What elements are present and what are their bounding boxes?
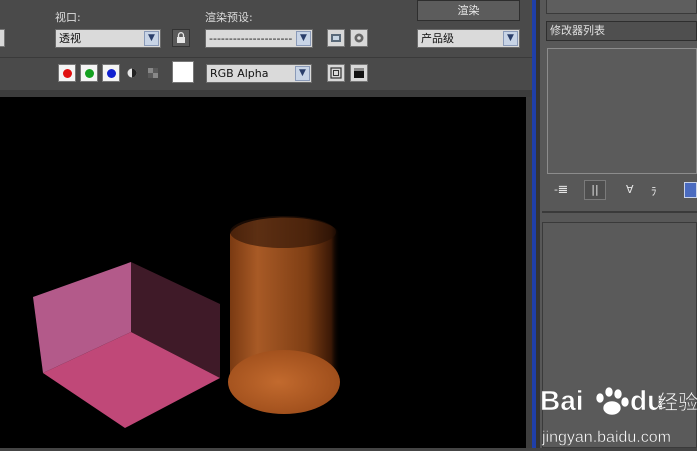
baidu-jingyan-logo: Bai du 经验 jingyan.baidu.com xyxy=(540,385,697,447)
render-setup-icon xyxy=(331,34,341,42)
display-mode-button[interactable] xyxy=(350,64,368,82)
render-preset-value: --------------------- xyxy=(209,32,293,45)
render-preset-dropdown[interactable]: --------------------- ▼ xyxy=(205,29,313,48)
channel-dropdown-value: RGB Alpha xyxy=(210,67,269,80)
left-edge-button[interactable] xyxy=(0,29,5,47)
alpha-icon xyxy=(127,68,137,78)
red-channel-button[interactable] xyxy=(58,64,76,82)
modifier-list-label: 修改器列表 xyxy=(550,24,605,37)
chevron-down-icon: ▼ xyxy=(296,31,311,46)
monochrome-button[interactable] xyxy=(148,68,158,78)
chevron-down-icon: ▼ xyxy=(295,66,310,81)
viewport-top-border xyxy=(0,90,532,97)
render-setup-button[interactable] xyxy=(327,29,345,47)
green-channel-button[interactable] xyxy=(80,64,98,82)
color-swatch[interactable] xyxy=(172,61,194,83)
remove-modifier-icon[interactable]: ﾗ xyxy=(651,183,657,199)
cylinder-cap xyxy=(228,350,340,414)
show-end-result-button[interactable]: || xyxy=(584,180,606,200)
cylinder-top xyxy=(230,216,336,248)
wm-url: jingyan.baidu.com xyxy=(541,429,671,446)
lock-button[interactable] xyxy=(172,29,190,47)
viewport-dropdown[interactable]: 透视 ▼ xyxy=(55,29,161,48)
render-preset-label: 渲染预设: xyxy=(205,11,253,24)
window-border-blue xyxy=(532,0,536,448)
checker-icon xyxy=(148,68,158,78)
blue-channel-button[interactable] xyxy=(102,64,120,82)
object-name-field[interactable] xyxy=(546,0,697,14)
toolbar-row-separator xyxy=(0,57,532,58)
chevron-down-icon: ▼ xyxy=(503,31,518,46)
wm-brand: Bai xyxy=(540,385,584,416)
channel-dropdown[interactable]: RGB Alpha ▼ xyxy=(206,64,312,83)
wm-suffix: 经验 xyxy=(658,390,697,414)
frame-icon xyxy=(330,67,342,79)
viewport-label: 视口: xyxy=(55,11,81,24)
lock-icon xyxy=(177,32,185,43)
render-quality-value: 产品级 xyxy=(421,32,454,45)
screen-icon xyxy=(354,68,364,78)
modifier-list-dropdown[interactable]: 修改器列表 xyxy=(546,21,697,41)
render-button[interactable]: 渲染 xyxy=(417,0,520,21)
render-quality-dropdown[interactable]: 产品级 ▼ xyxy=(417,29,520,48)
green-dot-icon xyxy=(84,68,94,78)
baidu-watermark: Bai du 经验 jingyan.baidu.com xyxy=(538,376,697,448)
blue-dot-icon xyxy=(106,68,116,78)
gear-icon xyxy=(354,33,364,43)
render-viewport xyxy=(0,97,526,448)
chevron-down-icon: ▼ xyxy=(144,31,159,46)
alpha-channel-button[interactable] xyxy=(126,67,138,79)
configure-sets-button[interactable] xyxy=(684,182,697,198)
environment-button[interactable] xyxy=(350,29,368,47)
red-dot-icon xyxy=(62,68,72,78)
pin-stack-icon[interactable]: -𝌆 xyxy=(554,183,568,196)
make-unique-icon[interactable]: ∀ xyxy=(626,183,634,196)
command-panel-separator xyxy=(542,211,697,213)
show-end-result-icon: || xyxy=(591,183,599,196)
viewport-dropdown-value: 透视 xyxy=(59,32,81,45)
modifier-stack-toolbar: -𝌆 || ∀ ﾗ xyxy=(546,178,697,204)
rendered-scene xyxy=(33,216,340,428)
modifier-stack[interactable] xyxy=(547,48,697,174)
display-alpha-button[interactable] xyxy=(327,64,345,82)
paw-icon xyxy=(595,386,630,416)
